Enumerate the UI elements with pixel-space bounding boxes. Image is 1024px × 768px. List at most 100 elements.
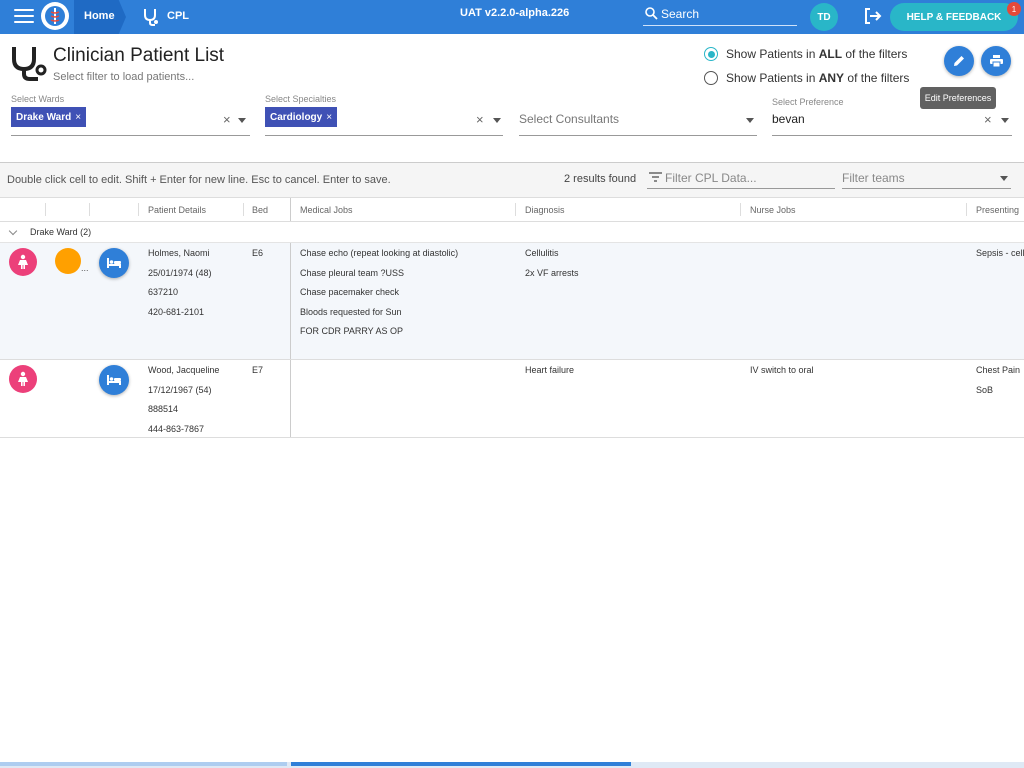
more-indicator: ... [81, 263, 89, 273]
medical-jobs-cell[interactable]: Chase echo (repeat looking at diastolic)… [300, 244, 512, 342]
filter-cpl-placeholder: Filter CPL Data... [665, 171, 757, 185]
presenting-entry: SoB [976, 384, 994, 395]
search-field[interactable]: Search [643, 4, 797, 26]
dropdown-caret-icon[interactable] [746, 118, 754, 123]
dropdown-caret-icon[interactable] [1001, 118, 1009, 123]
chip-remove-icon[interactable]: × [326, 112, 332, 123]
hamburger-menu-icon[interactable] [14, 9, 34, 25]
patient-dob: 25/01/1974 (48) [148, 267, 212, 278]
female-icon[interactable] [9, 248, 37, 276]
diagnosis-entry: 2x VF arrests [525, 267, 579, 278]
filter-cpl-input[interactable]: Filter CPL Data... [647, 167, 835, 189]
diagnosis-cell[interactable]: Heart failure [525, 361, 737, 381]
radio-show-all[interactable]: Show Patients in ALL of the filters [704, 47, 907, 61]
consultants-select[interactable]: Select Consultants [519, 94, 757, 136]
stethoscope-icon [142, 7, 160, 32]
radio-show-any[interactable]: Show Patients in ANY of the filters [704, 71, 909, 85]
patient-name: Holmes, Naomi [148, 248, 210, 258]
grid-toolbar: Double click cell to edit. Shift + Enter… [0, 163, 1024, 197]
wards-label: Select Wards [11, 94, 65, 104]
radio-all-suffix: of the filters [842, 47, 908, 61]
radio-any-prefix: Show Patients in [726, 71, 819, 85]
column-header-patient[interactable]: Patient Details [140, 198, 206, 221]
user-avatar[interactable]: TD [810, 3, 838, 31]
search-icon [645, 7, 658, 20]
search-placeholder: Search [661, 7, 700, 21]
bed-icon [107, 258, 121, 268]
group-row-ward[interactable]: Drake Ward (2) [0, 222, 1024, 243]
patient-name: Wood, Jacqueline [148, 365, 220, 375]
bed-button[interactable] [99, 365, 129, 395]
specialty-chip[interactable]: Cardiology × [265, 107, 338, 127]
stethoscope-title-icon [10, 44, 48, 87]
logout-icon[interactable] [864, 8, 882, 29]
column-header-nurse-jobs[interactable]: Nurse Jobs [742, 198, 796, 221]
top-app-bar: Home CPL UAT v2.2.0-alpha.226 Search TD … [0, 0, 1024, 34]
breadcrumb-home-label[interactable]: Home [84, 10, 115, 22]
nurse-jobs-cell[interactable]: IV switch to oral [750, 361, 962, 381]
clear-icon[interactable]: × [223, 112, 231, 127]
dropdown-caret-icon[interactable] [238, 118, 246, 123]
clear-icon[interactable]: × [984, 112, 992, 127]
chevron-down-icon[interactable] [8, 226, 18, 236]
pencil-icon [954, 56, 964, 66]
diagnosis-cell[interactable]: Cellulitis 2x VF arrests [525, 244, 737, 283]
scrollbar-thumb[interactable] [291, 762, 631, 766]
page-subtitle: Select filter to load patients... [53, 71, 195, 83]
chip-remove-icon[interactable]: × [75, 112, 81, 123]
column-header-medical-jobs[interactable]: Medical Jobs [292, 198, 353, 221]
patient-id: 444-863-7867 [148, 423, 205, 434]
patient-details-cell[interactable]: Holmes, Naomi 25/01/1974 (48) 637210 420… [148, 244, 240, 322]
wards-select[interactable]: Select Wards Drake Ward × × [11, 94, 250, 136]
horizontal-scrollbar[interactable] [0, 762, 1024, 768]
version-label: UAT v2.2.0-alpha.226 [460, 7, 570, 19]
edit-preferences-button[interactable] [944, 46, 974, 76]
radio-button[interactable] [704, 71, 718, 85]
medical-jobs-cell[interactable] [300, 361, 512, 381]
bed-cell[interactable]: E6 [252, 244, 263, 264]
filter-teams-select[interactable]: Filter teams [842, 167, 1011, 189]
preference-select[interactable]: Select Preference bevan × [772, 94, 1012, 136]
dropdown-caret-icon[interactable] [493, 118, 501, 123]
patient-details-cell[interactable]: Wood, Jacqueline 17/12/1967 (54) 888514 … [148, 361, 240, 439]
nurse-job: IV switch to oral [750, 365, 814, 375]
app-logo-icon[interactable] [41, 2, 69, 30]
page-title: Clinician Patient List [53, 45, 225, 66]
ward-chip-label: Drake Ward [16, 111, 72, 123]
preference-value: bevan [772, 112, 805, 126]
column-header-diagnosis[interactable]: Diagnosis [517, 198, 565, 221]
presenting-cell[interactable]: Chest Pain SoB [976, 361, 1024, 400]
group-label: Drake Ward (2) [30, 227, 92, 237]
bed-button[interactable] [99, 248, 129, 278]
results-count: 2 results found [564, 173, 637, 185]
column-header-presenting[interactable]: Presenting [968, 198, 1019, 221]
bed-cell[interactable]: E7 [252, 361, 263, 381]
print-button[interactable] [981, 46, 1011, 76]
help-feedback-button[interactable]: HELP & FEEDBACK [890, 3, 1018, 31]
radio-any-suffix: of the filters [844, 71, 910, 85]
medical-job: Chase echo (repeat looking at diastolic) [300, 248, 459, 258]
radio-all-bold: ALL [818, 47, 843, 61]
diagnosis-entry: Heart failure [525, 365, 575, 375]
nurse-jobs-cell[interactable] [750, 244, 962, 264]
presenting-cell[interactable]: Sepsis - cell [976, 244, 1024, 264]
clear-icon[interactable]: × [476, 112, 484, 127]
status-flag-icon[interactable] [55, 248, 81, 274]
presenting-entry: Sepsis - cell [976, 248, 1024, 258]
dropdown-caret-icon[interactable] [1000, 176, 1008, 181]
notification-badge: 1 [1007, 2, 1021, 16]
specialties-select[interactable]: Select Specialties Cardiology × × [265, 94, 503, 136]
printer-icon [989, 55, 1003, 68]
ward-chip[interactable]: Drake Ward × [11, 107, 87, 127]
column-header-bed[interactable]: Bed [244, 198, 268, 221]
female-icon[interactable] [9, 365, 37, 393]
patient-number: 637210 [148, 287, 179, 297]
grid-header: Patient Details Bed Medical Jobs Diagnos… [0, 197, 1024, 222]
specialty-chip-label: Cardiology [270, 111, 323, 123]
table-row[interactable]: ... Holmes, Naomi 25/01/1974 (48) 637210… [0, 243, 1024, 360]
radio-button-selected[interactable] [704, 47, 718, 61]
scrollbar-track-left[interactable] [0, 762, 287, 766]
table-row[interactable]: Wood, Jacqueline 17/12/1967 (54) 888514 … [0, 360, 1024, 438]
consultants-placeholder: Select Consultants [519, 112, 620, 126]
breadcrumb-cpl-label[interactable]: CPL [167, 10, 189, 22]
